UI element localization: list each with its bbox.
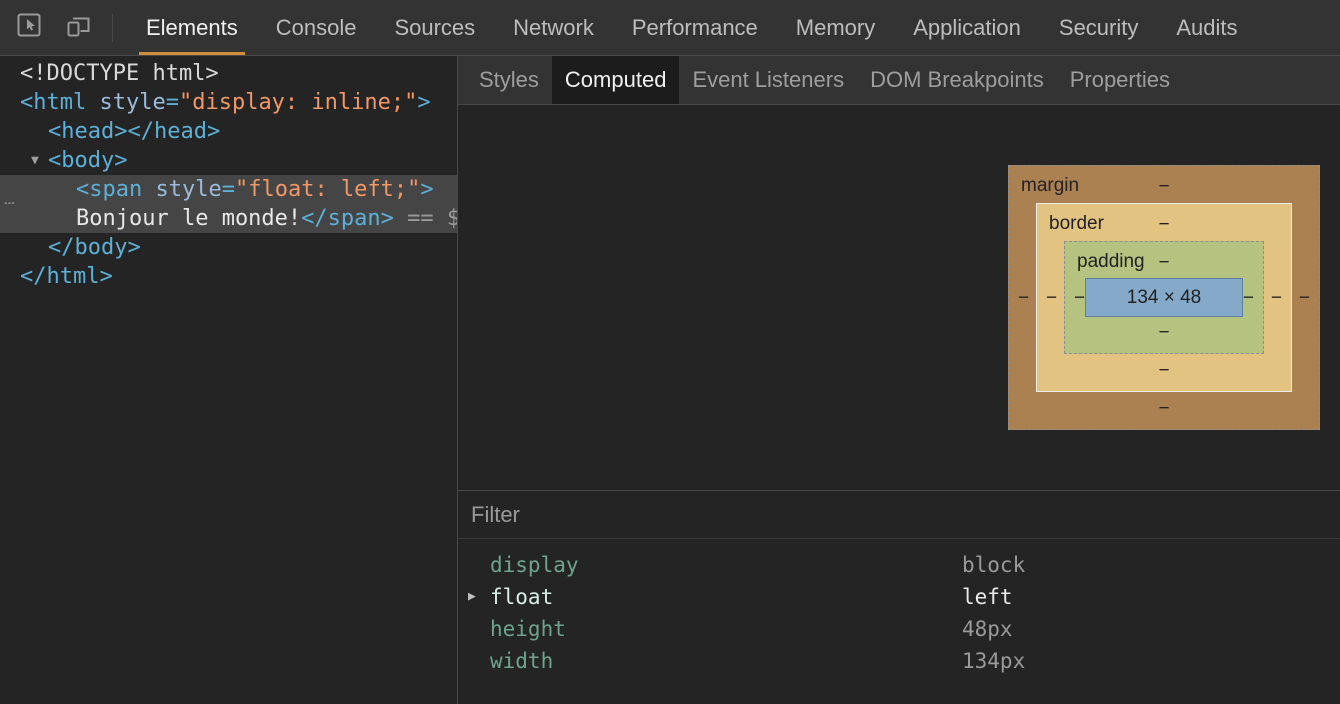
- tab-console[interactable]: Console: [257, 0, 376, 55]
- main-tab-strip: ElementsConsoleSourcesNetworkPerformance…: [127, 0, 1257, 55]
- tab-elements[interactable]: Elements: [127, 0, 257, 55]
- sidebar-tab-event-listeners[interactable]: Event Listeners: [679, 56, 857, 104]
- dom-tree-line[interactable]: Bonjour le monde!</span> == $0: [0, 204, 457, 233]
- property-name: float: [490, 585, 553, 609]
- margin-right-value[interactable]: −: [1299, 288, 1310, 307]
- sidebar-tab-styles[interactable]: Styles: [466, 56, 552, 104]
- dom-token-tag: <span: [76, 177, 142, 202]
- dom-tree-line[interactable]: ▼ <body>: [0, 146, 457, 175]
- dom-token-tag: </html>: [20, 264, 113, 289]
- dom-token-tag: =: [222, 177, 235, 202]
- padding-right-value[interactable]: −: [1243, 288, 1254, 307]
- margin-left-value[interactable]: −: [1018, 288, 1029, 307]
- sidebar-tab-strip: StylesComputedEvent ListenersDOM Breakpo…: [458, 56, 1340, 105]
- tab-memory[interactable]: Memory: [777, 0, 894, 55]
- device-toolbar-button[interactable]: [62, 11, 96, 45]
- computed-property-row-width[interactable]: width 134px: [458, 645, 1340, 677]
- content-dimensions: 134 × 48: [1127, 287, 1202, 309]
- elements-tree-panel: <!DOCTYPE html><html style="display: inl…: [0, 56, 458, 704]
- dom-token-tag: <head></head>: [48, 119, 220, 144]
- tab-audits[interactable]: Audits: [1157, 0, 1256, 55]
- dom-token-tag: </span>: [301, 206, 394, 231]
- expand-arrow-icon[interactable]: ▼: [31, 146, 39, 175]
- dom-tree-line[interactable]: <head></head>: [0, 117, 457, 146]
- padding-bottom-value[interactable]: −: [1158, 323, 1169, 342]
- sidebar-tab-properties[interactable]: Properties: [1057, 56, 1183, 104]
- border-top-value[interactable]: −: [1158, 215, 1169, 234]
- tab-application[interactable]: Application: [894, 0, 1040, 55]
- border-label: border: [1049, 213, 1104, 235]
- elements-sidebar: StylesComputedEvent ListenersDOM Breakpo…: [458, 56, 1340, 704]
- margin-label: margin: [1021, 175, 1079, 197]
- box-model-content[interactable]: 134 × 48: [1085, 278, 1243, 317]
- box-model-border[interactable]: border − − − − padding − − − − 134 × 48: [1036, 203, 1292, 392]
- border-bottom-value[interactable]: −: [1158, 361, 1169, 380]
- computed-properties-list: display block ▶ float left height 48px width 134…: [458, 539, 1340, 677]
- dom-token-doctype: <!DOCTYPE html>: [20, 61, 219, 86]
- property-expand-arrow-icon[interactable]: ▶: [468, 581, 476, 613]
- computed-pane: Filter displayblock▶floatleftheight48pxw…: [458, 490, 1340, 704]
- tab-performance[interactable]: Performance: [613, 0, 777, 55]
- dom-token-eq: == $0: [394, 206, 458, 231]
- dom-token-plain: [142, 177, 155, 202]
- filter-input[interactable]: Filter: [471, 502, 520, 528]
- dom-token-str: "display: inline;": [179, 90, 417, 115]
- toolbar-separator: [112, 14, 113, 42]
- dom-tree-line[interactable]: </body>: [0, 233, 457, 262]
- box-model-padding[interactable]: padding − − − − 134 × 48: [1064, 241, 1264, 354]
- tab-network[interactable]: Network: [494, 0, 613, 55]
- dom-token-tag: <body>: [48, 148, 127, 173]
- computed-property-row-display[interactable]: display block: [458, 549, 1340, 581]
- tab-security[interactable]: Security: [1040, 0, 1157, 55]
- dom-token-tag: </body>: [48, 235, 141, 260]
- sidebar-tab-computed[interactable]: Computed: [552, 56, 680, 104]
- main-toolbar: ElementsConsoleSourcesNetworkPerformance…: [0, 0, 1340, 56]
- padding-left-value[interactable]: −: [1074, 288, 1085, 307]
- dom-token-str: "float: left;": [235, 177, 420, 202]
- property-name: width: [490, 649, 553, 673]
- border-right-value[interactable]: −: [1271, 288, 1282, 307]
- dom-tree-line[interactable]: <html style="display: inline;">: [0, 88, 457, 117]
- property-value: block: [962, 549, 1025, 581]
- property-name: display: [490, 553, 579, 577]
- dom-token-tag: =: [166, 90, 179, 115]
- dom-token-attr: style: [99, 90, 165, 115]
- computed-filter-bar: Filter: [458, 491, 1340, 539]
- devtools-window: ElementsConsoleSourcesNetworkPerformance…: [0, 0, 1340, 704]
- dom-token-tag: <html: [20, 90, 86, 115]
- sidebar-tab-dom-breakpoints[interactable]: DOM Breakpoints: [857, 56, 1057, 104]
- margin-top-value[interactable]: −: [1158, 177, 1169, 196]
- padding-label: padding: [1077, 251, 1145, 273]
- dom-tree-line[interactable]: …<span style="float: left;">: [0, 175, 457, 204]
- dom-token-tag: >: [417, 90, 430, 115]
- computed-property-row-float[interactable]: ▶ float left: [458, 581, 1340, 613]
- dom-token-text: Bonjour le monde!: [76, 206, 301, 231]
- dom-tree-line[interactable]: <!DOCTYPE html>: [0, 59, 457, 88]
- inspect-element-button[interactable]: [12, 11, 46, 45]
- computed-property-row-height[interactable]: height 48px: [458, 613, 1340, 645]
- property-name: height: [490, 617, 566, 641]
- dom-token-tag: >: [420, 177, 433, 202]
- device-toolbar-icon: [64, 10, 94, 45]
- margin-bottom-value[interactable]: −: [1158, 399, 1169, 418]
- property-value: left: [962, 581, 1013, 613]
- box-model-margin[interactable]: margin − − − − border − − − − padding − …: [1008, 165, 1320, 430]
- property-value: 48px: [962, 613, 1013, 645]
- inspect-icon: [14, 10, 44, 45]
- padding-top-value[interactable]: −: [1158, 253, 1169, 272]
- dom-tree: <!DOCTYPE html><html style="display: inl…: [0, 59, 457, 291]
- dom-tree-line[interactable]: </html>: [0, 262, 457, 291]
- dom-token-plain: [86, 90, 99, 115]
- dom-token-attr: style: [155, 177, 221, 202]
- property-value: 134px: [962, 645, 1025, 677]
- border-left-value[interactable]: −: [1046, 288, 1057, 307]
- tab-sources[interactable]: Sources: [375, 0, 494, 55]
